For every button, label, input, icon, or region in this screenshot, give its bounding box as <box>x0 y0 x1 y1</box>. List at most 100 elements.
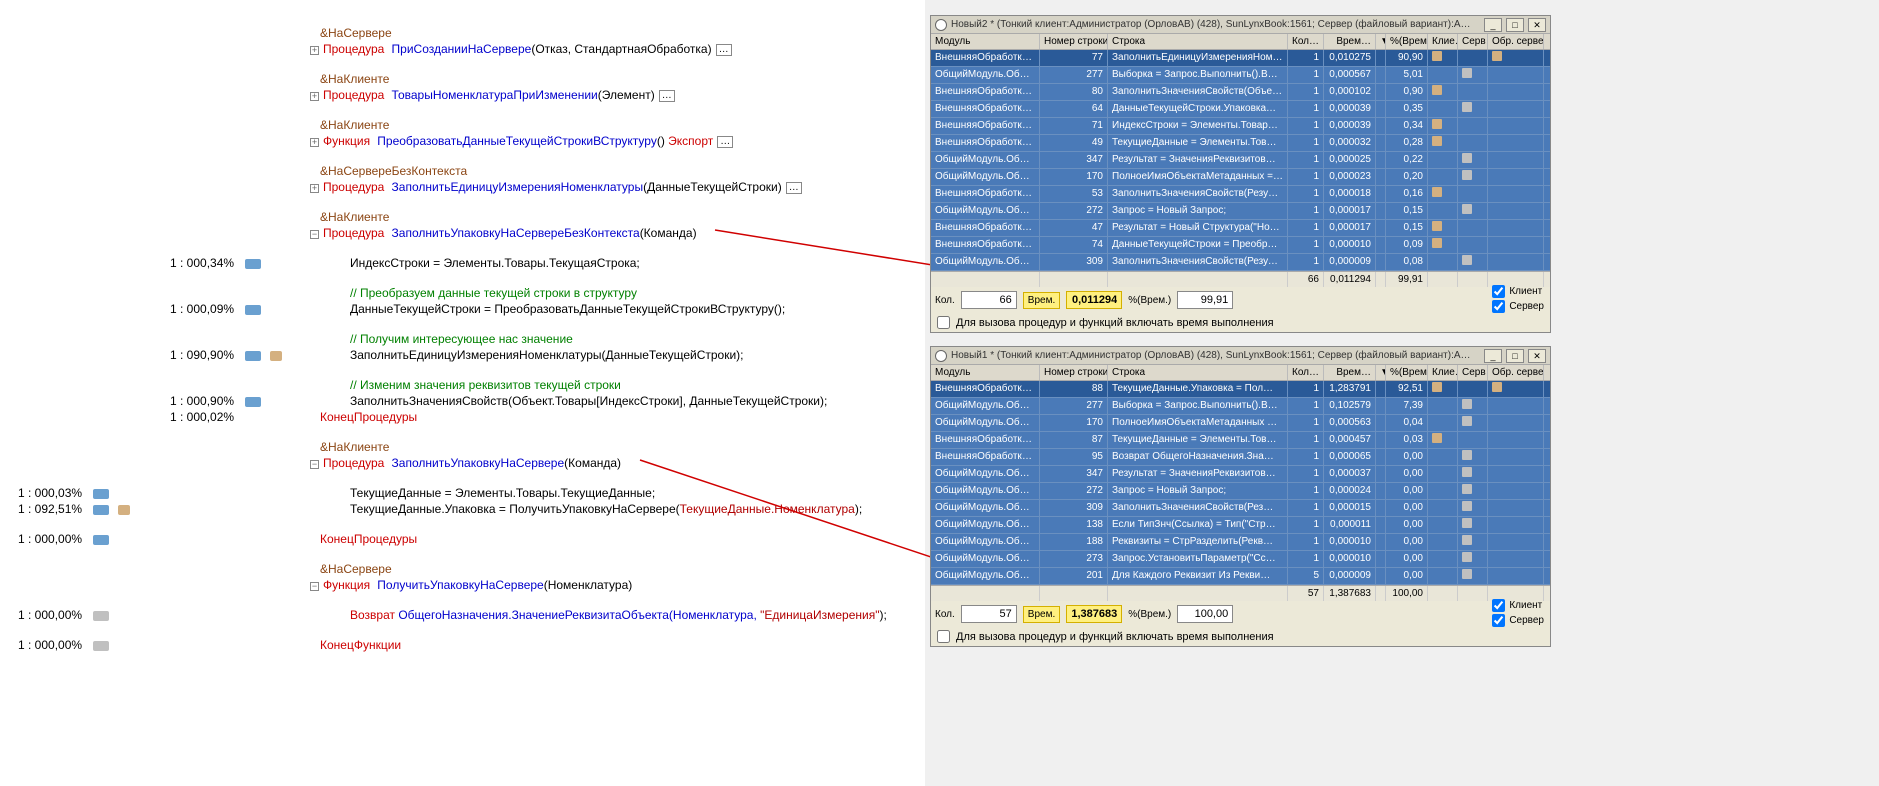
code-stmt: ТекущиеДанные = Элементы.Товары.ТекущиеД… <box>350 486 655 500</box>
table-row[interactable]: ОбщийМодуль.Общег…188Реквизиты = СтрРазд… <box>931 534 1550 551</box>
table-row[interactable]: ВнешняяОбработка.З…77ЗаполнитьЕдиницуИзм… <box>931 50 1550 67</box>
gutter-count: 1 : 000,03% <box>18 486 82 500</box>
include-time-label: Для вызова процедур и функций включать в… <box>956 631 1274 643</box>
footer-n-input[interactable] <box>961 605 1017 623</box>
table-row[interactable]: ОбщийМодуль.Общег…138Если ТипЗнч(Ссылка)… <box>931 517 1550 534</box>
table-row[interactable]: ОбщийМодуль.Общег…347Результат = Значени… <box>931 152 1550 169</box>
client-icon <box>1432 119 1442 129</box>
totals-n: 57 <box>1288 586 1324 601</box>
include-time-row: Для вызова процедур и функций включать в… <box>931 627 1550 646</box>
table-row[interactable]: ОбщийМодуль.Общег…309ЗаполнитьЗначенияСв… <box>931 500 1550 517</box>
directive: &НаКлиенте <box>320 72 389 86</box>
footer-pct-input[interactable] <box>1177 605 1233 623</box>
table-row[interactable]: ОбщийМодуль.Общег…277Выборка = Запрос.Вы… <box>931 398 1550 415</box>
collapsed-icon[interactable]: … <box>717 136 733 148</box>
server-checkbox[interactable]: Сервер <box>1492 300 1544 313</box>
table-row[interactable]: ВнешняяОбработка.З…74ДанныеТекущейСтроки… <box>931 237 1550 254</box>
footer-t-input[interactable] <box>1066 291 1122 309</box>
fold-toggle[interactable]: + <box>310 138 319 147</box>
footer-n-label: Кол. <box>935 295 955 306</box>
col-count[interactable]: Кол… <box>1288 365 1324 380</box>
footer-n-input[interactable] <box>961 291 1017 309</box>
footer-pct-input[interactable] <box>1177 291 1233 309</box>
server-icon <box>1462 450 1472 460</box>
table-row[interactable]: ОбщийМодуль.Общег…201Для Каждого Реквизи… <box>931 568 1550 585</box>
minimize-button[interactable]: _ <box>1484 18 1502 32</box>
collapsed-icon[interactable]: … <box>786 182 802 194</box>
col-server[interactable]: Серв… <box>1458 365 1488 380</box>
maximize-button[interactable]: □ <box>1506 18 1524 32</box>
table-row[interactable]: ВнешняяОбработка.З…80ЗаполнитьЗначенияСв… <box>931 84 1550 101</box>
table-row[interactable]: ВнешняяОбработка.З…88ТекущиеДанные.Упако… <box>931 381 1550 398</box>
table-row[interactable]: ОбщийМодуль.Общег…170ПолноеИмяОбъектаМет… <box>931 169 1550 186</box>
col-count[interactable]: Кол… <box>1288 34 1324 49</box>
include-time-checkbox[interactable] <box>937 316 950 329</box>
table-row[interactable]: ВнешняяОбработка.З…64ДанныеТекущейСтроки… <box>931 101 1550 118</box>
collapsed-icon[interactable]: … <box>716 44 732 56</box>
footer-t-input[interactable] <box>1066 605 1122 623</box>
table-row[interactable]: ОбщийМодуль.Общег…170ПолноеИмяОбъектаМет… <box>931 415 1550 432</box>
table-row[interactable]: ОбщийМодуль.Общег…273Запрос.УстановитьПа… <box>931 551 1550 568</box>
code-stmt: ЗаполнитьЕдиницуИзмеренияНоменклатуры(Да… <box>350 348 744 362</box>
col-line[interactable]: Номер строки <box>1040 34 1108 49</box>
client-checkbox[interactable]: Клиент <box>1492 285 1544 298</box>
table-row[interactable]: ОбщийМодуль.Общег…272Запрос = Новый Запр… <box>931 483 1550 500</box>
col-obrserver[interactable]: Обр. серве… <box>1488 34 1544 49</box>
table-row[interactable]: ВнешняяОбработка.З…53ЗаполнитьЗначенияСв… <box>931 186 1550 203</box>
titlebar[interactable]: Новый2 * (Тонкий клиент:Администратор (О… <box>931 16 1550 34</box>
table-row[interactable]: ОбщийМодуль.Общег…347Результат = Значени… <box>931 466 1550 483</box>
client-icon <box>1432 136 1442 146</box>
server-checkbox[interactable]: Сервер <box>1492 614 1544 627</box>
col-module[interactable]: Модуль <box>931 365 1040 380</box>
gutter-count: 1 : 000,34% <box>170 256 234 270</box>
table-row[interactable]: ВнешняяОбработка.З…87ТекущиеДанные = Эле… <box>931 432 1550 449</box>
col-pct[interactable]: %(Врем.) <box>1386 365 1428 380</box>
col-string[interactable]: Строка <box>1108 34 1288 49</box>
footer-t-label: Врем. <box>1023 292 1060 309</box>
col-client[interactable]: Клие… <box>1428 365 1458 380</box>
stack-icon <box>93 535 109 545</box>
proc-name: ПриСозданииНаСервере <box>392 42 532 56</box>
comment: // Преобразуем данные текущей строки в с… <box>350 286 637 300</box>
include-time-checkbox[interactable] <box>937 630 950 643</box>
col-string[interactable]: Строка <box>1108 365 1288 380</box>
fold-toggle[interactable]: − <box>310 582 319 591</box>
table-row[interactable]: ОбщийМодуль.Общег…277Выборка = Запрос.Вы… <box>931 67 1550 84</box>
table-row[interactable]: ВнешняяОбработка.З…71ИндексСтроки = Элем… <box>931 118 1550 135</box>
minimize-button[interactable]: _ <box>1484 349 1502 363</box>
close-button[interactable]: ✕ <box>1528 349 1546 363</box>
col-pct[interactable]: %(Врем.) <box>1386 34 1428 49</box>
col-client[interactable]: Клие… <box>1428 34 1458 49</box>
maximize-button[interactable]: □ <box>1506 349 1524 363</box>
end-proc: КонецПроцедуры <box>320 410 417 424</box>
stack-icon <box>93 641 109 651</box>
collapsed-icon[interactable]: … <box>659 90 675 102</box>
col-server[interactable]: Серв… <box>1458 34 1488 49</box>
col-time[interactable]: Врем… <box>1324 365 1376 380</box>
table-row[interactable]: ВнешняяОбработка.З…49ТекущиеДанные = Эле… <box>931 135 1550 152</box>
fold-toggle[interactable]: − <box>310 230 319 239</box>
table-row[interactable]: ВнешняяОбработка.З…47Результат = Новый С… <box>931 220 1550 237</box>
code-editor[interactable]: &НаСервере +Процедура ПриСозданииНаСерве… <box>0 0 925 786</box>
sort-icon[interactable]: ▼ <box>1376 34 1386 49</box>
col-time[interactable]: Врем… <box>1324 34 1376 49</box>
col-obrserver[interactable]: Обр. серве… <box>1488 365 1544 380</box>
table-row[interactable]: ОбщийМодуль.Общег…309ЗаполнитьЗначенияСв… <box>931 254 1550 271</box>
col-line[interactable]: Номер строки <box>1040 365 1108 380</box>
col-module[interactable]: Модуль <box>931 34 1040 49</box>
sort-icon[interactable]: ▼ <box>1376 365 1386 380</box>
table-row[interactable]: ВнешняяОбработка.З…95Возврат ОбщегоНазна… <box>931 449 1550 466</box>
clock-icon <box>935 19 947 31</box>
fold-toggle[interactable]: + <box>310 184 319 193</box>
totals-t: 0,011294 <box>1324 272 1376 287</box>
close-button[interactable]: ✕ <box>1528 18 1546 32</box>
fold-toggle[interactable]: − <box>310 460 319 469</box>
table-row[interactable]: ОбщийМодуль.Общег…272Запрос = Новый Запр… <box>931 203 1550 220</box>
titlebar[interactable]: Новый1 * (Тонкий клиент:Администратор (О… <box>931 347 1550 365</box>
fold-toggle[interactable]: + <box>310 46 319 55</box>
end-proc: КонецПроцедуры <box>320 532 417 546</box>
fold-toggle[interactable]: + <box>310 92 319 101</box>
client-checkbox[interactable]: Клиент <box>1492 599 1544 612</box>
footer-pct-label: %(Врем.) <box>1128 609 1171 620</box>
proc-name: ЗаполнитьУпаковкуНаСервереБезКонтекста <box>392 226 640 240</box>
